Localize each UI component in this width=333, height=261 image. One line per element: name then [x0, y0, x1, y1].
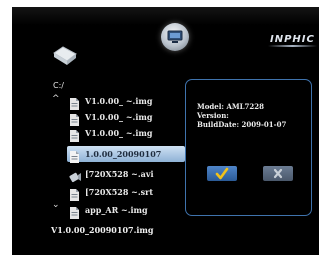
- scroll-up-icon[interactable]: ^: [52, 95, 60, 104]
- file-item[interactable]: app_AR ~.img: [67, 202, 185, 219]
- file-icon: [69, 204, 80, 223]
- build-date-text: BuildDate: 2009-01-07: [197, 120, 287, 129]
- tv-icon[interactable]: [161, 23, 189, 51]
- file-label: V1.0.00_ ~.img: [85, 112, 153, 122]
- file-item[interactable]: [720X528 ~.avi: [67, 166, 185, 183]
- file-label: app_AR ~.img: [85, 205, 148, 215]
- file-label: V1.0.00_ ~.img: [85, 96, 153, 106]
- file-label: [720X528 ~.srt: [85, 187, 154, 197]
- current-file-label: V1.0.00_20090107.img: [51, 225, 154, 235]
- info-dialog: Model: AML7228 Version: BuildDate: 2009-…: [185, 79, 312, 216]
- file-item[interactable]: [720X528 ~.srt: [67, 184, 185, 201]
- file-label: [720X528 ~.avi: [85, 169, 154, 179]
- ok-button[interactable]: [207, 166, 237, 181]
- folder-icon: [52, 45, 78, 71]
- version-text: Version:: [197, 111, 229, 120]
- brand-logo: INPHIC: [268, 34, 317, 47]
- top-bar: [12, 7, 319, 25]
- scroll-down-icon[interactable]: ⌄: [52, 201, 60, 210]
- cancel-button[interactable]: [263, 166, 293, 181]
- file-item[interactable]: V1.0.00_ ~.img: [67, 125, 185, 142]
- file-label: 1.0.00_20090107: [85, 149, 162, 159]
- file-item[interactable]: V1.0.00_ ~.img: [67, 93, 185, 110]
- drive-label: C:/: [53, 81, 64, 90]
- file-icon: [69, 148, 80, 167]
- file-icon: [69, 127, 80, 146]
- file-label: V1.0.00_ ~.img: [85, 128, 153, 138]
- file-item[interactable]: V1.0.00_ ~.img: [67, 109, 185, 126]
- model-text: Model: AML7228: [197, 102, 265, 111]
- file-item-selected[interactable]: 1.0.00_20090107: [67, 146, 185, 163]
- media-player-screen: INPHIC C:/ ^ ⌄ V1.0.00_ ~.img V1.0.00_ ~…: [12, 7, 319, 255]
